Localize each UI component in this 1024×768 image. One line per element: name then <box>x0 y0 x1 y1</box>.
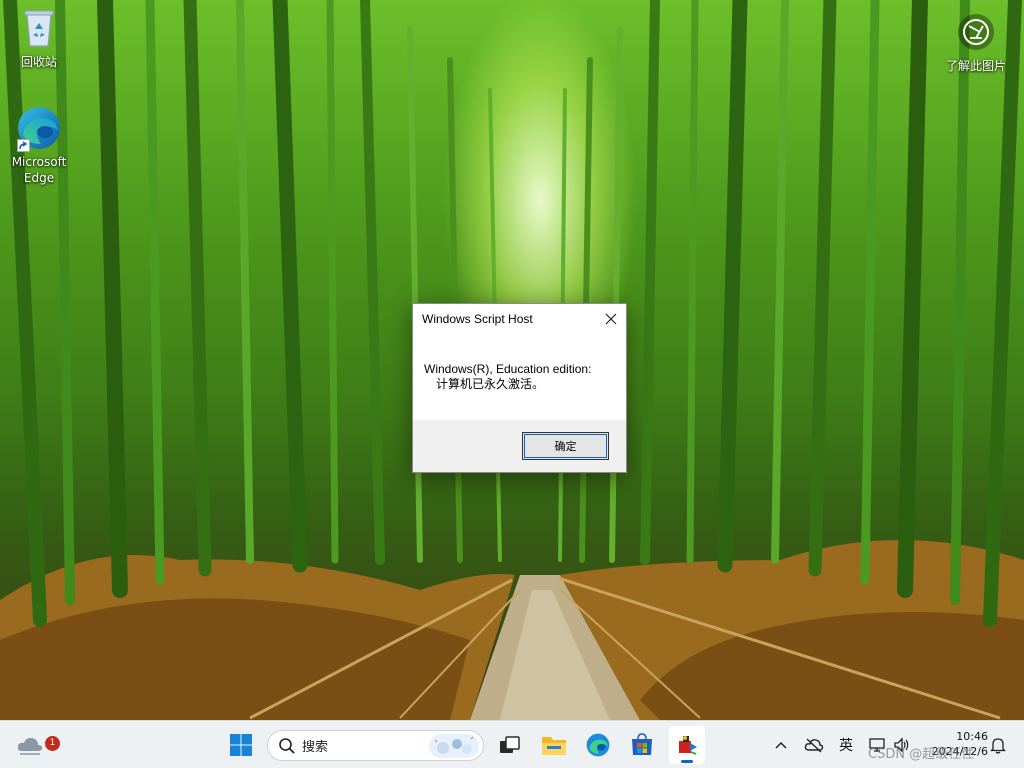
taskbar: 1 搜索 英 10:46 2024/12/6 CSDN @超级任性 <box>0 720 1024 768</box>
start-button[interactable] <box>225 729 257 761</box>
active-indicator <box>681 760 693 763</box>
show-hidden-icons-button[interactable] <box>766 729 796 761</box>
cloud-off-icon <box>804 738 824 753</box>
spotlight-camera-icon <box>937 12 1015 56</box>
edge-icon <box>586 733 610 757</box>
search-placeholder: 搜索 <box>302 740 329 755</box>
script-app-taskbar-button[interactable] <box>669 726 705 764</box>
bell-icon <box>990 738 1006 754</box>
ime-label: 英 <box>839 738 853 754</box>
clock-time: 10:46 <box>956 730 988 743</box>
notification-badge: 1 <box>45 736 60 751</box>
edge-taskbar-button[interactable] <box>582 729 614 761</box>
edge-label-line1: Microsoft <box>11 155 67 169</box>
file-explorer-icon <box>542 737 566 755</box>
microsoft-store-button[interactable] <box>626 729 658 761</box>
store-icon <box>632 733 652 755</box>
chevron-up-icon <box>775 741 787 749</box>
dialog-close-button[interactable] <box>596 304 626 334</box>
windows-script-host-dialog: Windows Script Host Windows(R), Educatio… <box>412 303 627 473</box>
shortcut-arrow-icon <box>17 139 30 152</box>
dialog-message-line1: Windows(R), Education edition: <box>424 362 592 376</box>
ok-button[interactable]: 确定 <box>522 432 609 460</box>
search-icon <box>279 737 295 754</box>
edge-icon <box>15 104 63 152</box>
cloud-status-button[interactable] <box>799 729 829 761</box>
weather-widget[interactable]: 1 <box>14 729 60 761</box>
learn-about-picture-label: 了解此图片 <box>945 59 1006 73</box>
task-view-icon <box>500 736 520 753</box>
file-explorer-button[interactable] <box>538 729 570 761</box>
desktop-icon-learn-about-picture[interactable]: 了解此图片 <box>937 12 1015 74</box>
notifications-button[interactable] <box>986 729 1010 761</box>
task-view-button[interactable] <box>494 729 526 761</box>
close-icon <box>605 313 617 325</box>
dialog-titlebar[interactable]: Windows Script Host <box>413 304 626 334</box>
csdn-watermark: CSDN @超级任性 <box>868 747 975 762</box>
weather-cloud-icon <box>17 737 43 755</box>
script-app-icon <box>679 736 697 755</box>
recycle-bin-icon <box>1 8 77 52</box>
recycle-bin-label: 回收站 <box>20 55 57 69</box>
dialog-message: Windows(R), Education edition: 计算机已永久激活。 <box>413 334 626 422</box>
dialog-title: Windows Script Host <box>422 312 533 326</box>
taskbar-search-box[interactable]: 搜索 <box>267 730 484 761</box>
windows-logo-icon <box>230 734 252 756</box>
dialog-message-line2: 计算机已永久激活。 <box>436 377 545 391</box>
desktop-icon-recycle-bin[interactable]: 回收站 <box>1 8 77 70</box>
input-method-indicator[interactable]: 英 <box>832 729 860 761</box>
search-highlight-icon <box>429 733 479 758</box>
dialog-footer: 确定 <box>413 420 626 472</box>
edge-label-line2: Edge <box>23 171 55 185</box>
desktop-icon-microsoft-edge[interactable]: Microsoft Edge <box>1 104 77 186</box>
